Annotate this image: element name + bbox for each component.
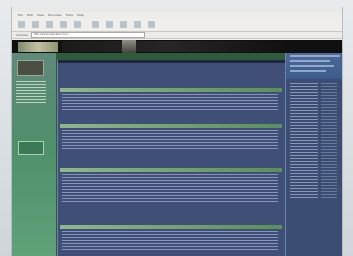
list-item[interactable] — [290, 86, 342, 87]
sidebar-link[interactable] — [16, 99, 46, 100]
list-item[interactable] — [290, 134, 342, 135]
banner-art — [62, 41, 282, 52]
list-item[interactable] — [290, 98, 342, 99]
list-item[interactable] — [290, 173, 342, 174]
news-section-body — [62, 130, 278, 151]
list-item[interactable] — [290, 185, 342, 186]
list-item[interactable] — [290, 191, 342, 192]
list-item[interactable] — [290, 95, 342, 96]
sidebar-link[interactable] — [16, 84, 46, 85]
right-sidebar-title — [290, 55, 340, 57]
list-item[interactable] — [290, 179, 342, 180]
list-item[interactable] — [290, 128, 342, 129]
list-item[interactable] — [290, 197, 342, 198]
list-item[interactable] — [290, 116, 342, 117]
news-section-header[interactable] — [60, 168, 282, 172]
sidebar-image[interactable] — [17, 60, 44, 76]
list-item[interactable] — [290, 122, 342, 123]
browser-window: File Edit View Favorites Tools Help Addr… — [11, 7, 343, 256]
menu-file[interactable]: File — [18, 13, 23, 17]
stop-icon[interactable] — [46, 21, 53, 28]
list-item[interactable] — [290, 143, 342, 144]
sidebar-link[interactable] — [16, 102, 46, 103]
right-sidebar-header — [286, 53, 342, 79]
content-header — [58, 60, 286, 63]
list-item[interactable] — [290, 161, 342, 162]
address-label: Address — [16, 33, 28, 37]
list-item[interactable] — [290, 149, 342, 150]
list-item[interactable] — [290, 119, 342, 120]
list-item[interactable] — [290, 188, 342, 189]
left-sidebar — [12, 53, 56, 256]
list-item[interactable] — [290, 113, 342, 114]
list-item[interactable] — [290, 104, 342, 105]
news-section-header[interactable] — [60, 88, 282, 92]
print-icon[interactable] — [148, 21, 155, 28]
history-icon[interactable] — [120, 21, 127, 28]
list-item[interactable] — [290, 155, 342, 156]
list-item[interactable] — [290, 125, 342, 126]
list-item[interactable] — [290, 89, 342, 90]
list-item[interactable] — [290, 182, 342, 183]
home-icon[interactable] — [74, 21, 81, 28]
news-section-header[interactable] — [60, 225, 282, 229]
sidebar-link[interactable] — [16, 81, 46, 82]
list-item[interactable] — [290, 107, 342, 108]
list-item[interactable] — [290, 170, 342, 171]
sidebar-link[interactable] — [16, 90, 46, 91]
forward-icon[interactable] — [32, 21, 39, 28]
list-item[interactable] — [290, 167, 342, 168]
list-item[interactable] — [290, 140, 342, 141]
back-icon[interactable] — [18, 21, 25, 28]
menu-edit[interactable]: Edit — [27, 13, 33, 17]
site-logo[interactable] — [18, 42, 58, 52]
list-item[interactable] — [290, 176, 342, 177]
news-section-body — [62, 94, 278, 112]
news-section-body — [62, 231, 278, 252]
sidebar-link[interactable] — [16, 96, 46, 97]
right-sidebar-line — [290, 70, 326, 72]
menu-help[interactable]: Help — [77, 13, 84, 17]
sidebar-links — [16, 81, 46, 105]
favorites-icon[interactable] — [106, 21, 113, 28]
banner-figure — [122, 40, 136, 53]
main-content — [57, 60, 286, 256]
list-item[interactable] — [290, 83, 342, 84]
site-banner — [12, 40, 342, 53]
right-sidebar-line — [290, 65, 334, 67]
news-section-body — [62, 174, 278, 204]
sidebar-link[interactable] — [16, 87, 46, 88]
list-item[interactable] — [290, 101, 342, 102]
right-sidebar-line — [290, 60, 330, 62]
refresh-icon[interactable] — [60, 21, 67, 28]
list-item[interactable] — [290, 110, 342, 111]
list-item[interactable] — [290, 131, 342, 132]
list-item[interactable] — [290, 194, 342, 195]
list-item[interactable] — [290, 92, 342, 93]
list-item[interactable] — [290, 137, 342, 138]
menu-view[interactable]: View — [37, 13, 44, 17]
list-item[interactable] — [290, 164, 342, 165]
right-sidebar — [285, 53, 342, 256]
address-input[interactable]: http://www.evilavatar.com/… — [30, 32, 145, 38]
menu-favorites[interactable]: Favorites — [48, 13, 62, 17]
sidebar-box — [18, 141, 44, 155]
toolbar — [12, 18, 342, 32]
menu-tools[interactable]: Tools — [66, 13, 73, 17]
list-item[interactable] — [290, 158, 342, 159]
right-sidebar-list — [290, 83, 342, 200]
list-item[interactable] — [290, 146, 342, 147]
sidebar-link[interactable] — [16, 93, 46, 94]
news-section-header[interactable] — [60, 124, 282, 128]
search-icon[interactable] — [92, 21, 99, 28]
address-bar: Address http://www.evilavatar.com/… — [12, 32, 342, 39]
mail-icon[interactable] — [134, 21, 141, 28]
web-page — [12, 40, 342, 256]
list-item[interactable] — [290, 152, 342, 153]
